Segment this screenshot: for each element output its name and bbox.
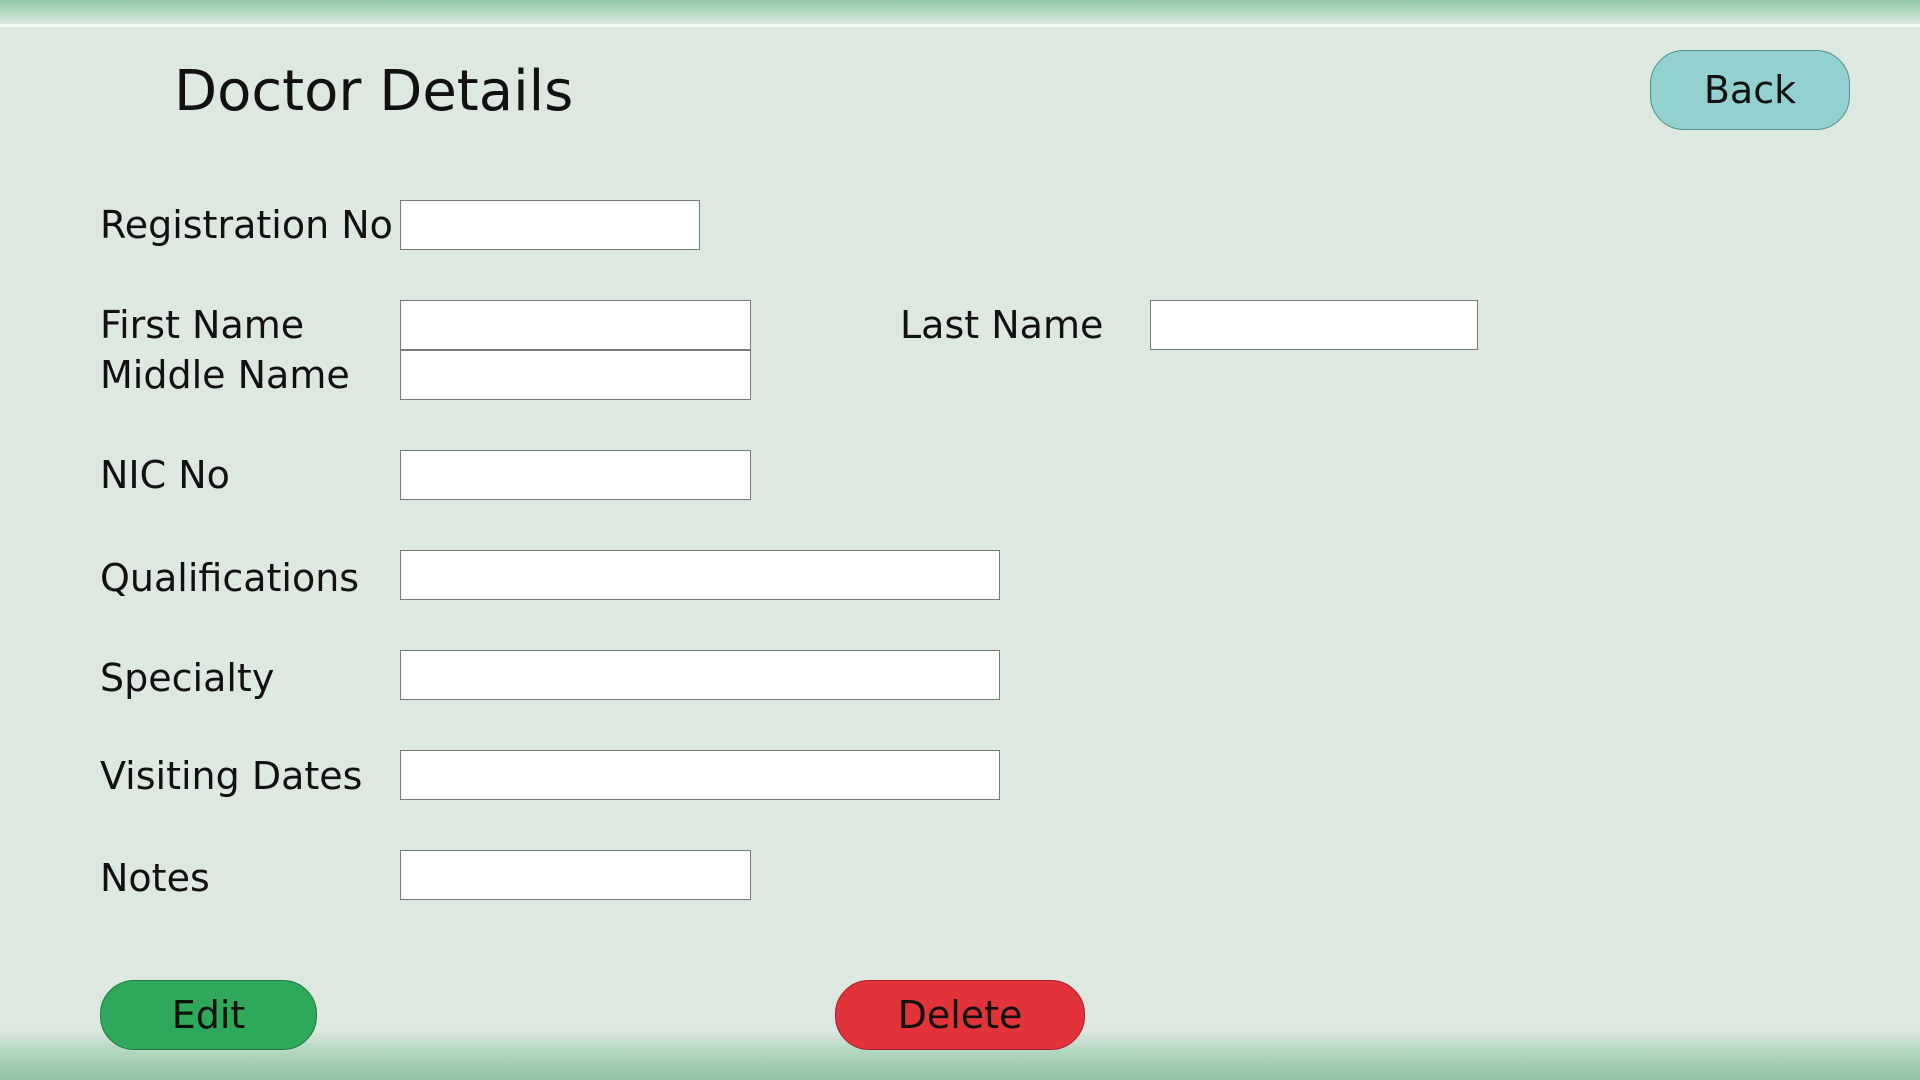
middle-name-field[interactable] bbox=[400, 350, 751, 400]
visiting-dates-field[interactable] bbox=[400, 750, 1000, 800]
qualifications-label: Qualifications bbox=[100, 556, 360, 600]
registration-no-field[interactable] bbox=[400, 200, 700, 250]
qualifications-field[interactable] bbox=[400, 550, 1000, 600]
edit-button[interactable]: Edit bbox=[100, 980, 317, 1050]
notes-label: Notes bbox=[100, 856, 210, 900]
back-button[interactable]: Back bbox=[1650, 50, 1850, 130]
first-name-field[interactable] bbox=[400, 300, 751, 350]
nic-no-label: NIC No bbox=[100, 453, 230, 497]
nic-no-field[interactable] bbox=[400, 450, 751, 500]
registration-no-label: Registration No bbox=[100, 203, 393, 247]
last-name-field[interactable] bbox=[1150, 300, 1478, 350]
visiting-dates-label: Visiting Dates bbox=[100, 754, 363, 798]
specialty-label: Specialty bbox=[100, 656, 275, 700]
delete-button[interactable]: Delete bbox=[835, 980, 1085, 1050]
top-decorative-bar bbox=[0, 0, 1920, 24]
middle-name-label: Middle Name bbox=[100, 353, 350, 397]
specialty-field[interactable] bbox=[400, 650, 1000, 700]
first-name-label: First Name bbox=[100, 303, 305, 347]
page-title: Doctor Details bbox=[174, 59, 574, 124]
notes-field[interactable] bbox=[400, 850, 751, 900]
top-divider-line bbox=[0, 24, 1920, 27]
last-name-label: Last Name bbox=[900, 303, 1104, 347]
